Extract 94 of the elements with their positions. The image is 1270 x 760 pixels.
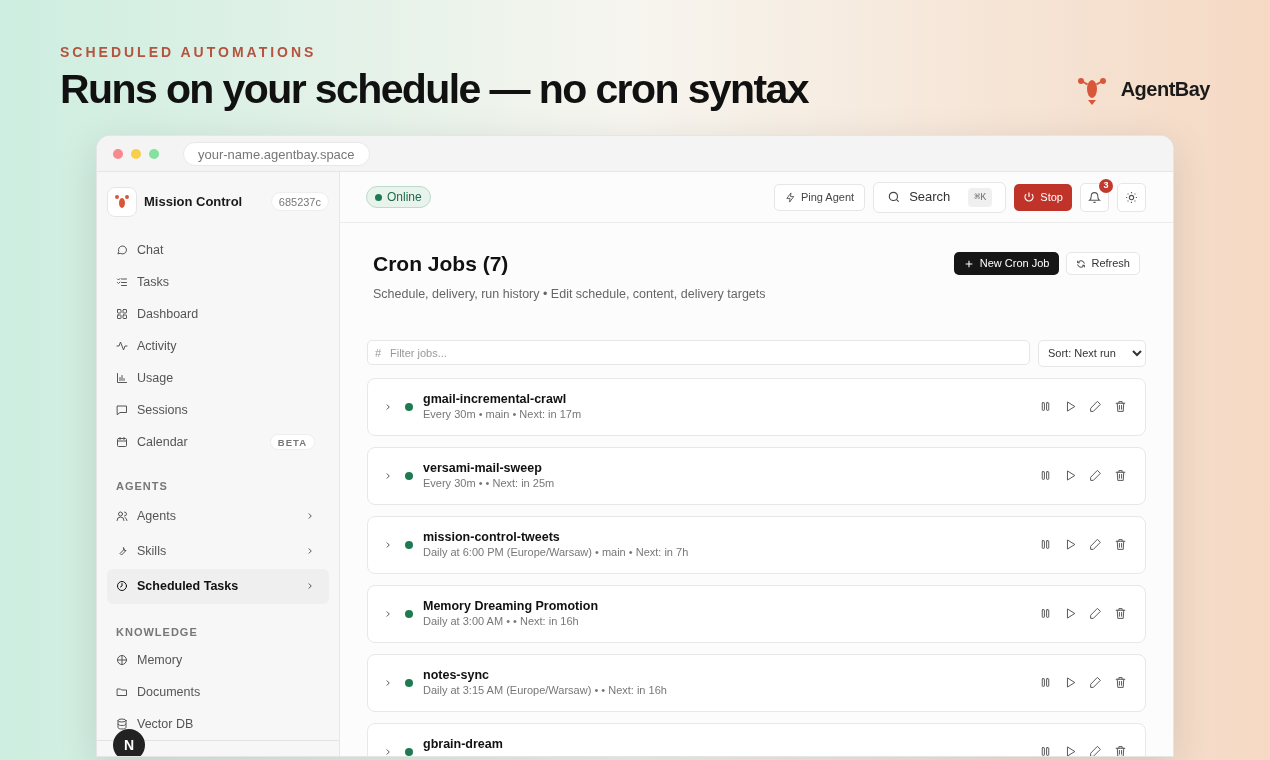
pencil-icon[interactable] xyxy=(1089,745,1102,756)
job-card[interactable]: versami-mail-sweep Every 30m • • Next: in 25m xyxy=(367,446,1146,505)
bar-chart-icon xyxy=(116,372,128,384)
user-avatar[interactable]: N xyxy=(113,729,145,756)
play-icon[interactable] xyxy=(1064,745,1077,756)
eyebrow-text: SCHEDULED AUTOMATIONS xyxy=(60,43,318,62)
job-name: gmail-incremental-crawl xyxy=(423,392,568,408)
sort-dropdown[interactable]: Sort: Next run xyxy=(1038,339,1146,367)
sidebar-item[interactable]: Skills xyxy=(107,533,329,569)
stop-button[interactable]: Stop xyxy=(1014,183,1072,211)
headline: Runs on your schedule — no cron syntax xyxy=(60,65,808,113)
job-card[interactable]: gmail-incremental-crawl Every 30m • main • Next: in 17m xyxy=(367,377,1146,436)
shortcut-key: ⌘K xyxy=(968,187,993,207)
pause-icon[interactable] xyxy=(1039,745,1052,756)
sidebar-item[interactable]: Tasks xyxy=(107,266,329,298)
new-cron-job-button[interactable]: New Cron Job xyxy=(953,252,1060,275)
brand-name: AgentBay xyxy=(1120,77,1210,102)
play-icon[interactable] xyxy=(1064,469,1077,483)
url-field[interactable]: your-name.agentbay.space xyxy=(183,141,370,166)
database-icon xyxy=(116,718,128,730)
activity-icon xyxy=(116,340,128,352)
trash-icon[interactable] xyxy=(1114,745,1127,756)
pencil-icon[interactable] xyxy=(1089,469,1102,483)
sidebar-item[interactable]: Dashboard xyxy=(107,298,329,330)
plus-icon xyxy=(963,258,974,269)
bell-icon xyxy=(1088,190,1101,204)
job-card[interactable]: mission-control-tweets Daily at 6:00 PM (Europe/Warsaw) • main • Next: in 7h xyxy=(367,515,1146,574)
sidebar-item[interactable]: Chat xyxy=(107,234,329,266)
status-label: Online xyxy=(387,189,422,206)
job-schedule: Daily at 6:00 PM (Europe/Warsaw) • main • Next: in 7h xyxy=(423,545,689,560)
trash-icon[interactable] xyxy=(1114,607,1127,621)
job-name: Memory Dreaming Promotion xyxy=(423,599,599,615)
pause-icon[interactable] xyxy=(1039,469,1052,483)
job-schedule: Every 30m • • Next: in 25m xyxy=(423,476,555,491)
checklist-icon xyxy=(116,276,128,288)
pencil-icon[interactable] xyxy=(1089,607,1102,621)
beta-badge: BETA xyxy=(269,434,315,450)
sidebar-item[interactable]: Activity xyxy=(107,330,329,362)
search-button[interactable]: Search ⌘K xyxy=(873,181,1007,213)
sidebar-item[interactable]: Memory xyxy=(107,644,329,676)
refresh-icon xyxy=(1076,258,1087,269)
pencil-icon[interactable] xyxy=(1089,400,1102,414)
job-name: gbrain-dream xyxy=(423,736,503,752)
pause-icon[interactable] xyxy=(1039,676,1052,690)
power-icon xyxy=(1023,191,1036,203)
job-schedule: Every 30m • main • Next: in 17m xyxy=(423,407,582,422)
grid-icon xyxy=(116,308,128,320)
sidebar-item[interactable]: Sessions xyxy=(107,394,329,426)
job-card[interactable]: notes-sync Daily at 3:15 AM (Europe/Warsaw) • • Next: in 16h xyxy=(367,653,1146,712)
ping-agent-button[interactable]: Ping Agent xyxy=(773,183,866,211)
pause-icon[interactable] xyxy=(1039,400,1052,414)
job-schedule: Daily at 3:15 AM (Europe/Warsaw) • • Next: in 16h xyxy=(423,683,667,698)
sidebar-item[interactable]: Agents xyxy=(107,498,329,534)
globe-icon xyxy=(116,654,128,666)
refresh-button[interactable]: Refresh xyxy=(1066,252,1140,275)
sun-icon xyxy=(1125,190,1138,204)
play-icon[interactable] xyxy=(1064,607,1077,621)
notification-count-badge: 3 xyxy=(1099,178,1113,193)
pencil-icon[interactable] xyxy=(1089,538,1102,552)
play-icon[interactable] xyxy=(1064,538,1077,552)
build-badge: 685237c xyxy=(270,192,329,211)
job-name: mission-control-tweets xyxy=(423,530,561,546)
speech-bubble-icon xyxy=(116,244,128,256)
play-icon[interactable] xyxy=(1064,676,1077,690)
users-icon xyxy=(116,510,128,522)
search-icon xyxy=(887,190,902,204)
trash-icon[interactable] xyxy=(1114,469,1127,483)
job-name: notes-sync xyxy=(423,668,490,684)
folder-icon xyxy=(116,686,128,698)
lightning-icon xyxy=(784,191,796,203)
page-title: Cron Jobs (7) xyxy=(373,251,510,277)
page-subtitle: Schedule, delivery, run history • Edit schedule, content, delivery targets xyxy=(373,286,766,303)
sidebar-item[interactable]: Scheduled Tasks xyxy=(107,568,329,604)
pencil-icon[interactable] xyxy=(1089,676,1102,690)
section-heading: AGENTS xyxy=(115,479,169,494)
trash-icon[interactable] xyxy=(1114,676,1127,690)
hash-prefix: # xyxy=(375,345,382,361)
theme-toggle-button[interactable] xyxy=(1117,182,1146,212)
job-schedule: Daily at 3:00 AM • • Next: in 16h xyxy=(423,614,580,629)
clock-icon xyxy=(116,580,128,592)
job-card[interactable]: Memory Dreaming Promotion Daily at 3:00 AM • • Next: in 16h xyxy=(367,584,1146,643)
pause-icon[interactable] xyxy=(1039,607,1052,621)
sidebar-item[interactable]: Documents xyxy=(107,676,329,708)
sidebar-item[interactable]: Usage xyxy=(107,362,329,394)
job-name: versami-mail-sweep xyxy=(423,461,543,477)
job-card[interactable]: gbrain-dream xyxy=(367,722,1146,756)
section-heading: KNOWLEDGE xyxy=(115,624,199,640)
sidebar-item[interactable]: Calendar BETA xyxy=(107,426,329,458)
trash-icon[interactable] xyxy=(1114,538,1127,552)
trash-icon[interactable] xyxy=(1114,400,1127,414)
calendar-icon xyxy=(116,436,128,448)
app-title: Mission Control xyxy=(144,192,243,211)
pause-icon[interactable] xyxy=(1039,538,1052,552)
play-icon[interactable] xyxy=(1064,400,1077,414)
